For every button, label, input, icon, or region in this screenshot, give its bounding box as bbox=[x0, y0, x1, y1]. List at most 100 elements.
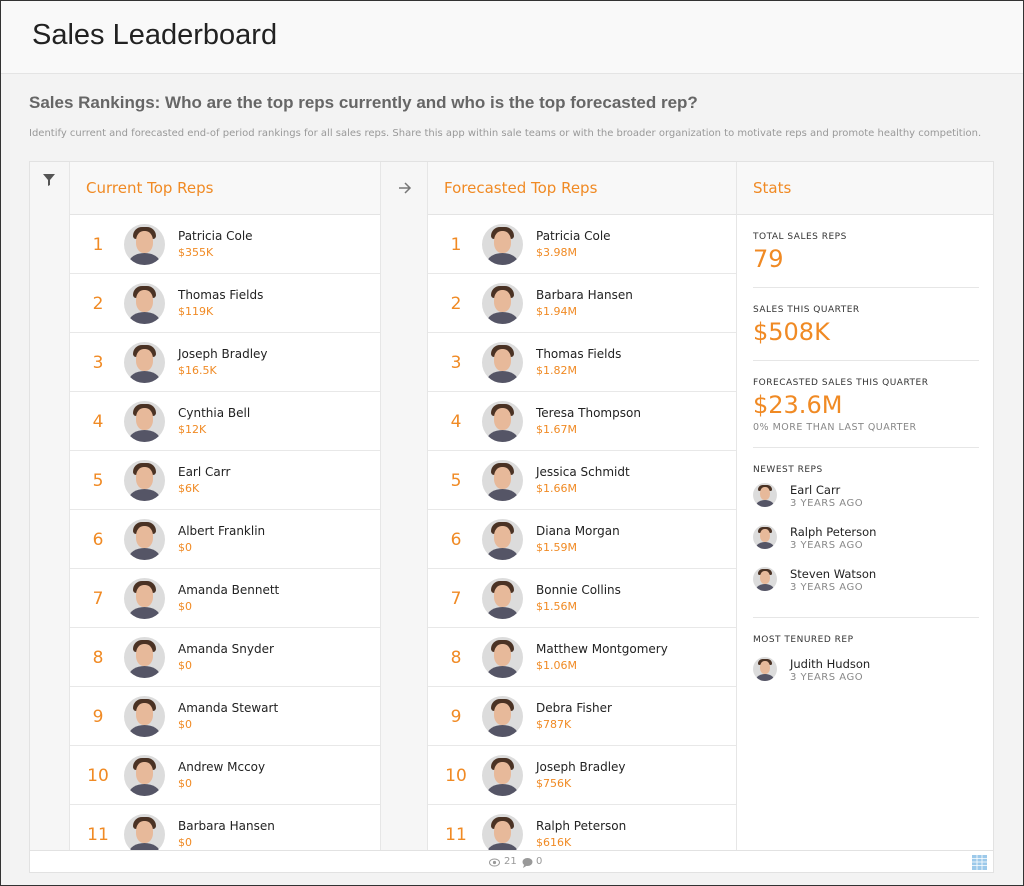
section-label: MOST TENURED REP bbox=[753, 635, 854, 645]
rep-amount: $0 bbox=[178, 836, 192, 849]
rep-name: Teresa Thompson bbox=[536, 406, 641, 420]
rep-row[interactable]: 3 Thomas Fields $1.82M bbox=[428, 333, 736, 392]
rep-row[interactable]: 9 Debra Fisher $787K bbox=[428, 687, 736, 746]
stat-label: TOTAL SALES REPS bbox=[753, 232, 847, 242]
rep-tenure: 3 YEARS AGO bbox=[790, 672, 864, 683]
rep-row[interactable]: 9 Amanda Stewart $0 bbox=[70, 687, 380, 746]
rep-row[interactable]: 10 Joseph Bradley $756K bbox=[428, 746, 736, 805]
avatar bbox=[124, 519, 165, 560]
rep-name: Bonnie Collins bbox=[536, 583, 621, 597]
avatar bbox=[124, 224, 165, 265]
comment-count: 0 bbox=[536, 856, 543, 867]
stat-note: 0% MORE THAN LAST QUARTER bbox=[753, 422, 917, 433]
avatar bbox=[753, 483, 777, 507]
rep-rank: 9 bbox=[450, 707, 462, 727]
rep-rank: 11 bbox=[87, 825, 109, 845]
current-top-reps-title: Current Top Reps bbox=[70, 162, 380, 215]
rep-amount: $119K bbox=[178, 305, 214, 318]
avatar bbox=[124, 755, 165, 796]
rep-row[interactable]: 6 Albert Franklin $0 bbox=[70, 510, 380, 569]
sales-this-quarter-stat: SALES THIS QUARTER $508K bbox=[753, 288, 979, 361]
rep-amount: $1.56M bbox=[536, 600, 577, 613]
rep-row[interactable]: 8 Matthew Montgomery $1.06M bbox=[428, 628, 736, 687]
eye-icon bbox=[489, 858, 500, 867]
rep-amount: $0 bbox=[178, 718, 192, 731]
comment-icon[interactable] bbox=[522, 858, 533, 868]
stat-value: $23.6M bbox=[753, 391, 843, 419]
rep-rank: 1 bbox=[450, 235, 462, 255]
rep-name: Barbara Hansen bbox=[536, 288, 633, 302]
rep-row[interactable]: 6 Diana Morgan $1.59M bbox=[428, 510, 736, 569]
avatar bbox=[124, 401, 165, 442]
avatar bbox=[753, 567, 777, 591]
rep-row[interactable]: 7 Bonnie Collins $1.56M bbox=[428, 569, 736, 628]
avatar bbox=[124, 814, 165, 850]
stat-label: FORECASTED SALES THIS QUARTER bbox=[753, 378, 929, 388]
table-grid-icon[interactable] bbox=[972, 855, 987, 870]
rep-row[interactable]: 3 Joseph Bradley $16.5K bbox=[70, 333, 380, 392]
rep-row[interactable]: 8 Amanda Snyder $0 bbox=[70, 628, 380, 687]
rep-row[interactable]: 1 Patricia Cole $355K bbox=[70, 215, 380, 274]
avatar bbox=[482, 342, 523, 383]
avatar bbox=[753, 525, 777, 549]
arrow-right-icon bbox=[399, 182, 412, 194]
view-count: 21 bbox=[504, 856, 517, 867]
rep-row[interactable]: 5 Earl Carr $6K bbox=[70, 451, 380, 510]
tenured-rep[interactable]: Judith Hudson 3 YEARS AGO bbox=[753, 655, 979, 693]
leaderboard-panel: Current Top Reps 1 Patricia Cole $355K 2 Tho… bbox=[29, 161, 994, 873]
rep-amount: $16.5K bbox=[178, 364, 217, 377]
rep-row[interactable]: 4 Cynthia Bell $12K bbox=[70, 392, 380, 451]
page-heading: Sales Rankings: Who are the top reps cur… bbox=[29, 93, 698, 112]
rep-name: Patricia Cole bbox=[536, 229, 611, 243]
avatar bbox=[482, 519, 523, 560]
avatar bbox=[124, 696, 165, 737]
avatar bbox=[482, 224, 523, 265]
rep-name: Barbara Hansen bbox=[178, 819, 275, 833]
total-sales-reps-stat: TOTAL SALES REPS 79 bbox=[753, 215, 979, 288]
rep-name: Jessica Schmidt bbox=[536, 465, 630, 479]
stats-column: Stats TOTAL SALES REPS 79 SALES THIS QUAR… bbox=[737, 162, 993, 707]
rep-rank: 7 bbox=[450, 589, 462, 609]
filter-icon[interactable] bbox=[43, 174, 55, 186]
app-header: Sales Leaderboard bbox=[1, 1, 1023, 74]
rep-amount: $12K bbox=[178, 423, 207, 436]
newest-rep[interactable]: Ralph Peterson 3 YEARS AGO bbox=[753, 523, 979, 561]
arrow-column bbox=[380, 162, 428, 850]
rep-row[interactable]: 11 Ralph Peterson $616K bbox=[428, 805, 736, 850]
rep-row[interactable]: 4 Teresa Thompson $1.67M bbox=[428, 392, 736, 451]
rep-row[interactable]: 5 Jessica Schmidt $1.66M bbox=[428, 451, 736, 510]
rep-row[interactable]: 2 Barbara Hansen $1.94M bbox=[428, 274, 736, 333]
rep-name: Steven Watson bbox=[790, 567, 877, 581]
rep-rank: 2 bbox=[92, 294, 104, 314]
rep-amount: $1.59M bbox=[536, 541, 577, 554]
rep-rank: 7 bbox=[92, 589, 104, 609]
stat-value: 79 bbox=[753, 245, 784, 273]
avatar bbox=[482, 401, 523, 442]
rep-rank: 1 bbox=[92, 235, 104, 255]
rep-name: Judith Hudson bbox=[790, 657, 871, 671]
rep-name: Joseph Bradley bbox=[178, 347, 268, 361]
rep-amount: $355K bbox=[178, 246, 214, 259]
rep-row[interactable]: 10 Andrew Mccoy $0 bbox=[70, 746, 380, 805]
rep-row[interactable]: 2 Thomas Fields $119K bbox=[70, 274, 380, 333]
rep-rank: 10 bbox=[87, 766, 109, 786]
forecasted-top-reps-title: Forecasted Top Reps bbox=[428, 162, 736, 215]
rep-tenure: 3 YEARS AGO bbox=[790, 582, 864, 593]
stat-label: SALES THIS QUARTER bbox=[753, 305, 860, 315]
section-label: NEWEST REPS bbox=[753, 465, 823, 475]
rep-rank: 3 bbox=[92, 353, 104, 373]
rep-name: Amanda Bennett bbox=[178, 583, 280, 597]
forecasted-sales-stat: FORECASTED SALES THIS QUARTER $23.6M 0% MO… bbox=[753, 361, 979, 448]
avatar bbox=[124, 342, 165, 383]
rep-name: Earl Carr bbox=[790, 483, 841, 497]
avatar bbox=[482, 460, 523, 501]
rep-amount: $1.94M bbox=[536, 305, 577, 318]
rep-row[interactable]: 7 Amanda Bennett $0 bbox=[70, 569, 380, 628]
rep-row[interactable]: 1 Patricia Cole $3.98M bbox=[428, 215, 736, 274]
newest-reps-section: NEWEST REPS Earl Carr 3 YEARS AGO Ralph Pet… bbox=[753, 448, 979, 618]
rep-amount: $616K bbox=[536, 836, 572, 849]
rep-amount: $756K bbox=[536, 777, 572, 790]
newest-rep[interactable]: Earl Carr 3 YEARS AGO bbox=[753, 481, 979, 519]
rep-row[interactable]: 11 Barbara Hansen $0 bbox=[70, 805, 380, 850]
newest-rep[interactable]: Steven Watson 3 YEARS AGO bbox=[753, 565, 979, 603]
